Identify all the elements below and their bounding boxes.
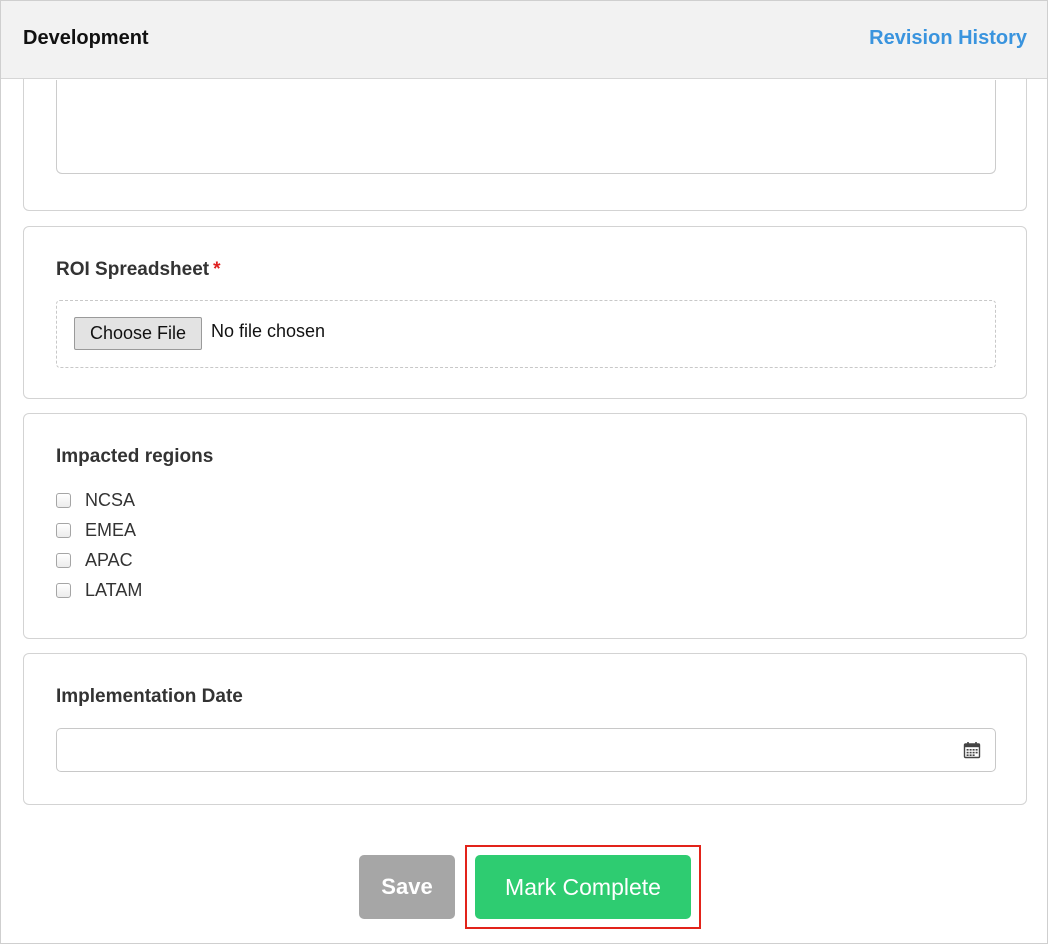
region-option-label: NCSA bbox=[85, 489, 136, 510]
checkbox-icon[interactable] bbox=[56, 552, 71, 568]
region-option-latam[interactable]: LATAM bbox=[56, 578, 142, 602]
description-card bbox=[23, 71, 1027, 211]
implementation-date-label: Implementation Date bbox=[56, 686, 243, 707]
roi-spreadsheet-card: ROI Spreadsheet * Choose File No file cho… bbox=[23, 226, 1027, 399]
checkbox-icon[interactable] bbox=[56, 582, 71, 598]
region-option-emea[interactable]: EMEA bbox=[56, 518, 136, 542]
region-option-label: APAC bbox=[85, 549, 133, 570]
description-textarea[interactable] bbox=[56, 80, 996, 174]
impacted-regions-card: Impacted regions NCSA EMEA APAC LATAM bbox=[23, 413, 1027, 639]
region-option-label: LATAM bbox=[85, 579, 143, 600]
region-option-ncsa[interactable]: NCSA bbox=[56, 488, 135, 512]
impacted-regions-label: Impacted regions bbox=[56, 446, 214, 467]
region-option-label: EMEA bbox=[85, 519, 137, 540]
checkbox-icon[interactable] bbox=[56, 492, 71, 508]
panel-header: Development Revision History bbox=[1, 1, 1047, 79]
roi-spreadsheet-label-text: ROI Spreadsheet bbox=[56, 259, 210, 280]
required-marker: * bbox=[213, 259, 221, 280]
form-panel: Development Revision History ROI Spreads… bbox=[0, 0, 1048, 944]
region-option-apac[interactable]: APAC bbox=[56, 548, 133, 572]
revision-history-link[interactable]: Revision History bbox=[869, 27, 1027, 50]
implementation-date-input[interactable] bbox=[56, 728, 996, 772]
file-status-text: No file chosen bbox=[211, 321, 326, 341]
checkbox-icon[interactable] bbox=[56, 522, 71, 538]
mark-complete-button[interactable]: Mark Complete bbox=[475, 855, 691, 919]
calendar-icon[interactable] bbox=[963, 741, 981, 759]
roi-spreadsheet-label: ROI Spreadsheet * bbox=[56, 259, 221, 281]
save-button[interactable]: Save bbox=[359, 855, 455, 919]
panel-title: Development bbox=[23, 27, 149, 49]
file-dropzone[interactable]: Choose File No file chosen bbox=[56, 300, 996, 368]
implementation-date-card: Implementation Date bbox=[23, 653, 1027, 805]
choose-file-button[interactable]: Choose File bbox=[74, 317, 202, 350]
